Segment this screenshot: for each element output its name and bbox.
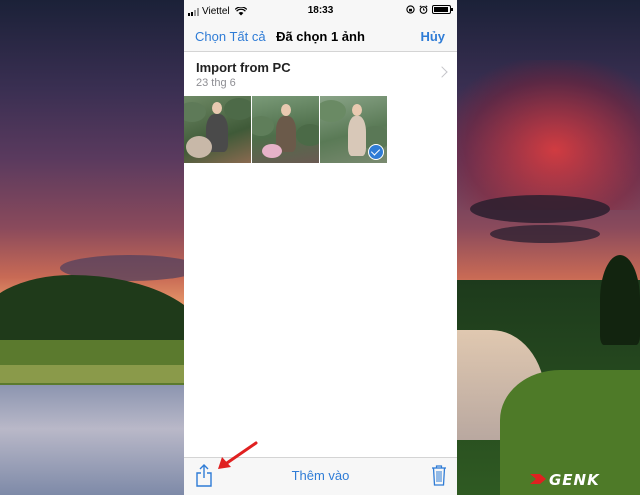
navigation-bar: Chọn Tất cả Đã chọn 1 ảnh Hủy bbox=[184, 22, 457, 52]
dark-cloud bbox=[490, 225, 600, 243]
chevron-right-icon bbox=[436, 66, 448, 78]
album-header[interactable]: Import from PC 23 thg 6 bbox=[184, 52, 457, 96]
trash-icon[interactable] bbox=[431, 464, 447, 486]
album-date: 23 thg 6 bbox=[196, 77, 236, 89]
dark-cloud bbox=[470, 195, 610, 223]
cancel-button[interactable]: Hủy bbox=[420, 29, 445, 44]
watermark-text: GENK bbox=[549, 471, 600, 489]
tree-right bbox=[600, 255, 640, 345]
photo-thumbnail-selected[interactable] bbox=[320, 96, 387, 163]
checkmark-icon bbox=[368, 144, 384, 160]
lake-left bbox=[0, 385, 190, 495]
photo-thumbnail[interactable] bbox=[252, 96, 319, 163]
photo-thumbnail[interactable] bbox=[184, 96, 251, 163]
genk-watermark: GENK bbox=[527, 468, 627, 490]
phone-screen: Viettel 18:33 Chọn Tất cả Đã chọn 1 ảnh … bbox=[184, 0, 457, 495]
photo-grid bbox=[184, 96, 387, 163]
red-arrow-annotation bbox=[218, 441, 258, 469]
red-cloud bbox=[440, 60, 640, 210]
alarm-icon bbox=[419, 5, 428, 14]
status-right bbox=[406, 5, 453, 14]
page-title: Đã chọn 1 ảnh bbox=[276, 29, 365, 44]
status-bar: Viettel 18:33 bbox=[184, 0, 457, 22]
rotation-lock-icon bbox=[406, 5, 415, 14]
battery-icon bbox=[432, 5, 453, 14]
field-left-strip bbox=[0, 365, 190, 383]
genk-logo-icon bbox=[530, 474, 546, 484]
album-title: Import from PC bbox=[196, 60, 291, 75]
